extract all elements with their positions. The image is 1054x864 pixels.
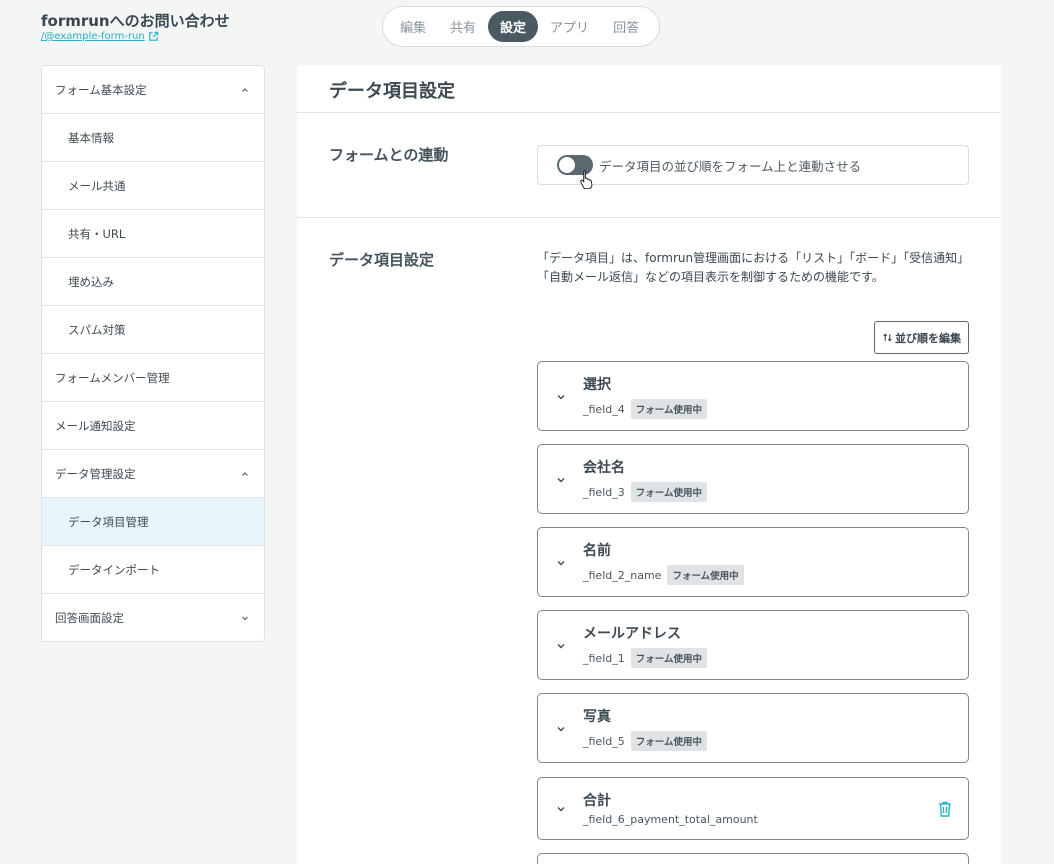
- sidebar-group-form-basic[interactable]: フォーム基本設定: [42, 66, 264, 114]
- tab-responses[interactable]: 回答: [601, 11, 651, 42]
- form-url-text: /@example-form-run: [41, 31, 145, 42]
- in-use-badge: フォーム使用中: [630, 482, 707, 502]
- form-title: formrunへのお問い合わせ: [41, 12, 230, 30]
- form-url-link[interactable]: /@example-form-run: [41, 31, 159, 42]
- sidebar-item-label: メール通知設定: [55, 418, 136, 433]
- sidebar-item-basic-info[interactable]: 基本情報: [42, 114, 264, 162]
- sidebar-item-label: 回答画面設定: [55, 611, 124, 625]
- divider: [297, 112, 1001, 113]
- field-key: _field_6_payment_total_amount: [583, 813, 758, 826]
- sidebar-group-response-screen[interactable]: 回答画面設定: [42, 594, 264, 641]
- field-name: 写真: [583, 709, 611, 725]
- data-field-card[interactable]: 合計 _field_6_payment_total_amount: [537, 777, 969, 840]
- data-field-card[interactable]: 会社名 _field_3 フォーム使用中: [537, 444, 969, 514]
- sidebar-item-label: スパム対策: [68, 322, 126, 337]
- field-key: _field_2_name: [583, 568, 662, 582]
- sidebar-item-share-url[interactable]: 共有・URL: [42, 210, 264, 258]
- sidebar-item-embed[interactable]: 埋め込み: [42, 258, 264, 306]
- chevron-down-icon[interactable]: [555, 391, 567, 403]
- sort-arrows-icon: [883, 333, 892, 342]
- field-name: メールアドレス: [583, 626, 681, 642]
- tab-settings[interactable]: 設定: [488, 11, 539, 42]
- edit-order-button[interactable]: 並び順を編集: [874, 321, 969, 354]
- data-field-card[interactable]: 選択 _field_4 フォーム使用中: [537, 361, 969, 431]
- sidebar-item-form-members[interactable]: フォームメンバー管理: [42, 354, 264, 402]
- sidebar-item-label: 共有・URL: [68, 226, 126, 241]
- sidebar-item-label: フォーム基本設定: [55, 82, 147, 97]
- settings-sidebar: フォーム基本設定 基本情報 メール共通 共有・URL 埋め込み スパム対策 フォ…: [41, 65, 265, 642]
- main-panel: データ項目設定 フォームとの連動 データ項目の並び順をフォーム上と連動させる デ…: [297, 65, 1001, 864]
- chevron-down-icon[interactable]: [555, 557, 567, 569]
- sidebar-item-mail-notify[interactable]: メール通知設定: [42, 402, 264, 450]
- chevron-up-icon: [242, 87, 248, 92]
- chevron-up-icon: [242, 471, 248, 476]
- trash-icon[interactable]: [937, 800, 953, 818]
- in-use-badge: フォーム使用中: [630, 731, 707, 751]
- sidebar-item-mail-common[interactable]: メール共通: [42, 162, 264, 210]
- sidebar-item-label: データ項目管理: [68, 514, 149, 529]
- chevron-down-icon[interactable]: [555, 474, 567, 486]
- divider: [297, 217, 1001, 218]
- pointer-cursor-icon: [580, 170, 593, 189]
- field-key: _field_4: [583, 402, 625, 416]
- data-field-card[interactable]: [537, 853, 969, 864]
- chevron-down-icon: [242, 616, 248, 621]
- field-name: 会社名: [583, 460, 625, 476]
- field-key: _field_5: [583, 734, 625, 748]
- sidebar-item-label: 基本情報: [68, 130, 114, 145]
- sidebar-item-label: フォームメンバー管理: [55, 370, 170, 385]
- form-link-section-label: フォームとの連動: [329, 146, 449, 164]
- field-name: 選択: [583, 377, 611, 393]
- field-name: 合計: [583, 793, 611, 809]
- external-link-icon: [148, 31, 158, 41]
- in-use-badge: フォーム使用中: [630, 399, 707, 419]
- edit-order-label: 並び順を編集: [895, 331, 961, 345]
- sidebar-item-label: データ管理設定: [55, 466, 136, 481]
- sidebar-item-data-fields[interactable]: データ項目管理: [42, 498, 264, 546]
- in-use-badge: フォーム使用中: [630, 648, 707, 668]
- data-field-card[interactable]: メールアドレス _field_1 フォーム使用中: [537, 610, 969, 680]
- sidebar-item-label: メール共通: [68, 178, 126, 193]
- sidebar-item-spam[interactable]: スパム対策: [42, 306, 264, 354]
- chevron-down-icon[interactable]: [555, 723, 567, 735]
- sidebar-item-label: 埋め込み: [68, 274, 114, 289]
- in-use-badge: フォーム使用中: [667, 565, 744, 585]
- field-key: _field_3: [583, 485, 625, 499]
- tab-apps[interactable]: アプリ: [538, 11, 601, 42]
- chevron-down-icon[interactable]: [555, 640, 567, 652]
- sidebar-item-label: データインポート: [68, 562, 160, 577]
- data-field-card[interactable]: 写真 _field_5 フォーム使用中: [537, 693, 969, 763]
- tab-edit[interactable]: 編集: [388, 11, 438, 42]
- page-title: データ項目設定: [329, 81, 455, 102]
- top-tab-bar: 編集 共有 設定 アプリ 回答: [382, 6, 660, 47]
- sidebar-group-data-management[interactable]: データ管理設定: [42, 450, 264, 498]
- data-field-card[interactable]: 名前 _field_2_name フォーム使用中: [537, 527, 969, 597]
- data-fields-description: 「データ項目」は、formrun管理画面における「リスト」「ボード」「受信通知」…: [537, 251, 970, 284]
- sidebar-item-data-import[interactable]: データインポート: [42, 546, 264, 594]
- tab-share[interactable]: 共有: [438, 11, 488, 42]
- chevron-down-icon[interactable]: [555, 803, 567, 815]
- order-sync-label: データ項目の並び順をフォーム上と連動させる: [599, 158, 862, 174]
- field-name: 名前: [583, 543, 611, 559]
- order-sync-setting: データ項目の並び順をフォーム上と連動させる: [537, 145, 969, 185]
- data-fields-section-label: データ項目設定: [329, 251, 435, 269]
- field-key: _field_1: [583, 651, 625, 665]
